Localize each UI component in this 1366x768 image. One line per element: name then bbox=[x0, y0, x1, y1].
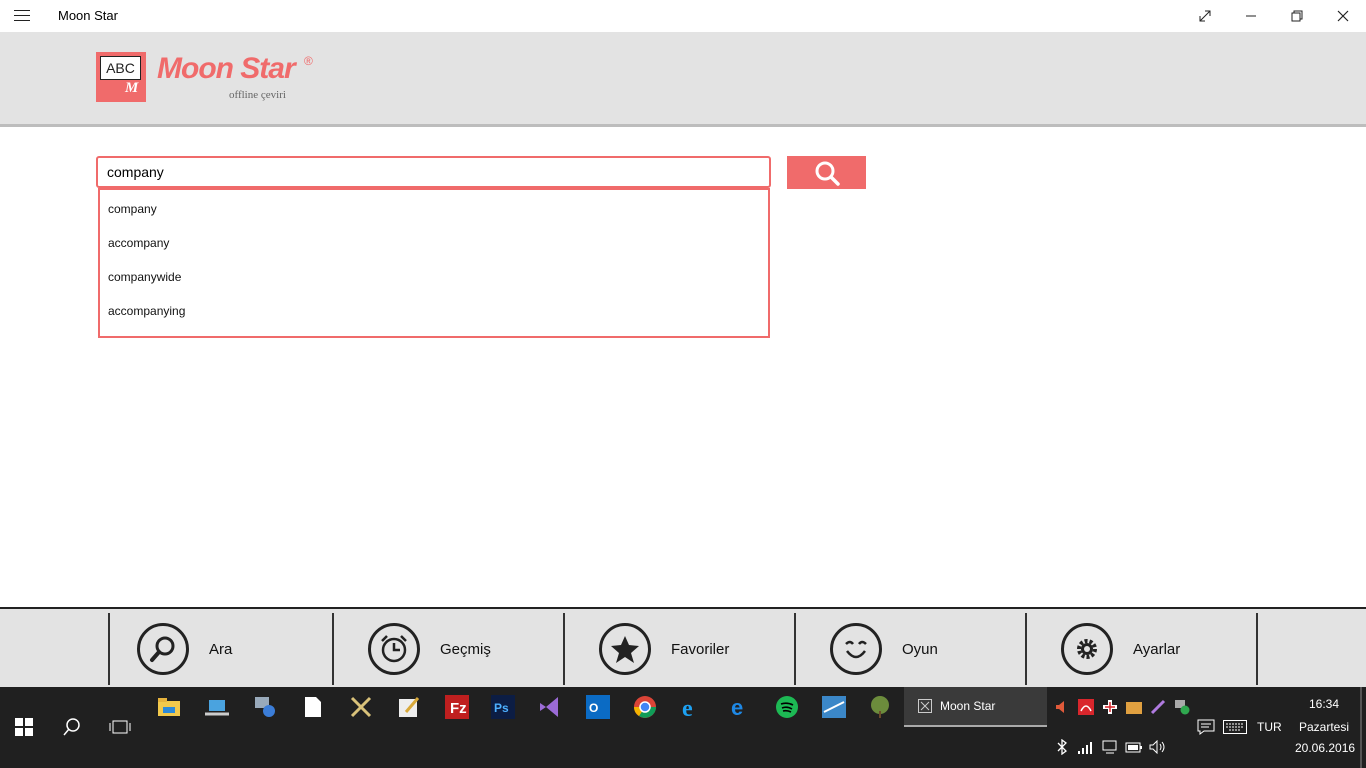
nav-divider bbox=[1256, 613, 1258, 685]
logo-box-letter: M bbox=[125, 80, 139, 96]
edge-icon[interactable]: e bbox=[728, 695, 752, 719]
restore-button[interactable] bbox=[1274, 0, 1320, 32]
gear-icon bbox=[1061, 623, 1113, 675]
language-indicator[interactable]: TUR bbox=[1257, 720, 1282, 734]
suggestion-item[interactable]: companywide bbox=[100, 260, 768, 294]
action-center-icon[interactable] bbox=[1194, 715, 1218, 739]
taskbar-active-app-label: Moon Star bbox=[940, 699, 996, 713]
nav-settings-label: Ayarlar bbox=[1133, 640, 1181, 658]
visual-studio-icon[interactable] bbox=[538, 695, 562, 719]
nav-divider bbox=[794, 613, 796, 685]
app-icon[interactable] bbox=[822, 695, 846, 719]
suggestion-item[interactable]: company bbox=[100, 192, 768, 226]
taskbar: Fz Ps O e e Moon Star TUR 16:34 Pazartes… bbox=[0, 687, 1366, 768]
laptop-icon[interactable] bbox=[205, 695, 229, 719]
svg-text:Fz: Fz bbox=[450, 700, 467, 717]
logo-mark: ABC M bbox=[96, 52, 146, 102]
expand-icon bbox=[1199, 10, 1211, 22]
display-icon[interactable] bbox=[1098, 735, 1122, 759]
search-icon bbox=[815, 161, 840, 186]
title-bar: Moon Star bbox=[0, 0, 1366, 32]
logo-name: Moon Star bbox=[157, 52, 296, 85]
nav-divider bbox=[563, 613, 565, 685]
network-icon[interactable] bbox=[253, 695, 277, 719]
internet-explorer-icon[interactable]: e bbox=[680, 695, 704, 719]
restore-icon bbox=[1291, 10, 1303, 22]
outlook-icon[interactable]: O bbox=[586, 695, 610, 719]
nav-divider bbox=[1025, 613, 1027, 685]
plus-icon[interactable] bbox=[1098, 695, 1122, 719]
volume-icon[interactable] bbox=[1146, 735, 1170, 759]
keyboard-icon[interactable] bbox=[1222, 715, 1248, 739]
logo-box-text: ABC bbox=[100, 56, 141, 80]
windows-start-icon[interactable] bbox=[12, 715, 36, 739]
minimize-icon bbox=[1246, 15, 1256, 17]
suggestion-list: company accompany companywide accompanyi… bbox=[98, 188, 770, 338]
tools-icon[interactable] bbox=[349, 695, 373, 719]
bottom-nav: Ara Geçmiş Favoriler Oyun Ayarlar bbox=[0, 607, 1366, 687]
file-explorer-icon[interactable] bbox=[157, 695, 181, 719]
task-view-icon[interactable] bbox=[108, 715, 132, 739]
alarm-clock-icon bbox=[368, 623, 420, 675]
pen-icon[interactable] bbox=[1146, 695, 1170, 719]
nav-divider bbox=[108, 613, 110, 685]
spotify-icon[interactable] bbox=[775, 695, 799, 719]
search-input[interactable] bbox=[96, 156, 771, 188]
close-button[interactable] bbox=[1320, 0, 1366, 32]
nav-favorites-label: Favoriler bbox=[671, 640, 730, 658]
nav-favorites[interactable]: Favoriler bbox=[599, 613, 729, 685]
window-title: Moon Star bbox=[58, 8, 118, 23]
svg-text:e: e bbox=[682, 696, 693, 719]
header-divider bbox=[0, 124, 1366, 127]
suggestion-item[interactable]: accompanying bbox=[100, 294, 768, 328]
logo-subtitle: offline çeviri bbox=[229, 89, 286, 101]
nav-history[interactable]: Geçmiş bbox=[368, 613, 491, 685]
folder-icon[interactable] bbox=[1122, 695, 1146, 719]
minimize-button[interactable] bbox=[1228, 0, 1274, 32]
volume-muted-icon[interactable] bbox=[1050, 695, 1074, 719]
filezilla-icon[interactable]: Fz bbox=[445, 695, 469, 719]
tree-icon[interactable] bbox=[868, 695, 892, 719]
svg-text:Ps: Ps bbox=[494, 701, 509, 715]
suggestion-item[interactable]: accompany bbox=[100, 226, 768, 260]
logo-registered: ® bbox=[304, 54, 313, 68]
chrome-icon[interactable] bbox=[633, 695, 657, 719]
security-icon[interactable] bbox=[1170, 695, 1194, 719]
search-button[interactable] bbox=[787, 156, 866, 189]
battery-icon[interactable] bbox=[1122, 735, 1146, 759]
search-icon[interactable] bbox=[60, 715, 84, 739]
svg-text:O: O bbox=[589, 701, 598, 715]
clock-time[interactable]: 16:34 bbox=[1309, 697, 1339, 711]
svg-text:e: e bbox=[731, 695, 743, 719]
bluetooth-icon[interactable] bbox=[1050, 735, 1074, 759]
notepad-icon[interactable] bbox=[397, 695, 421, 719]
nav-game[interactable]: Oyun bbox=[830, 613, 938, 685]
close-icon bbox=[1337, 10, 1349, 22]
nav-game-label: Oyun bbox=[902, 640, 938, 658]
hamburger-menu-icon[interactable] bbox=[14, 10, 30, 22]
acrobat-icon[interactable] bbox=[1074, 695, 1098, 719]
clock-day: Pazartesi bbox=[1299, 720, 1350, 734]
star-icon bbox=[599, 623, 651, 675]
nav-search-label: Ara bbox=[209, 640, 233, 658]
signal-icon[interactable] bbox=[1074, 735, 1098, 759]
nav-divider bbox=[332, 613, 334, 685]
search-icon bbox=[137, 623, 189, 675]
nav-history-label: Geçmiş bbox=[440, 640, 491, 658]
nav-search[interactable]: Ara bbox=[137, 613, 232, 685]
smiley-icon bbox=[830, 623, 882, 675]
nav-settings[interactable]: Ayarlar bbox=[1061, 613, 1180, 685]
fullscreen-button[interactable] bbox=[1182, 0, 1228, 32]
show-desktop-button[interactable] bbox=[1360, 687, 1362, 768]
app-window-icon bbox=[918, 699, 932, 713]
photoshop-icon[interactable]: Ps bbox=[491, 695, 515, 719]
clock-date: 20.06.2016 bbox=[1295, 741, 1356, 755]
taskbar-active-app[interactable]: Moon Star bbox=[904, 687, 1047, 727]
file-icon[interactable] bbox=[301, 695, 325, 719]
